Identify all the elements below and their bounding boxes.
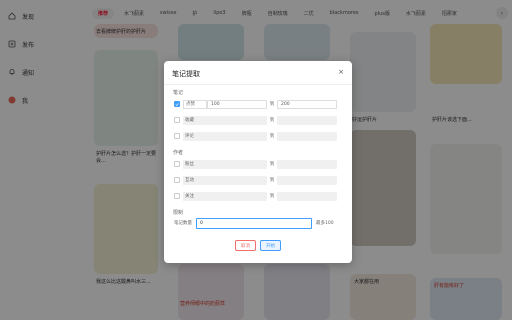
- following-checkbox[interactable]: [174, 193, 180, 199]
- close-icon[interactable]: ×: [337, 68, 345, 76]
- interactions-checkbox[interactable]: [174, 177, 180, 183]
- collects-label: 收藏: [183, 115, 207, 125]
- section-limit-label: 限制: [173, 210, 184, 216]
- interactions-label: 互动: [183, 175, 207, 185]
- filter-row-following: 关注 到: [174, 191, 342, 201]
- note-count-label: 笔记数量: [174, 221, 192, 226]
- note-extract-dialog: 笔记提取 × 笔记 点赞 100 到 200 收藏 到 评论 到 作者 粉丝 到…: [164, 61, 352, 263]
- likes-checkbox[interactable]: [174, 101, 180, 107]
- limit-row: 笔记数量 0 最多100: [174, 217, 344, 229]
- fans-from-input[interactable]: [207, 159, 267, 169]
- divider: [164, 84, 352, 85]
- collects-checkbox[interactable]: [174, 117, 180, 123]
- interactions-from-input[interactable]: [207, 175, 267, 185]
- range-to-label: 到: [269, 178, 275, 183]
- likes-from-input[interactable]: 100: [207, 99, 267, 109]
- range-to-label: 到: [269, 162, 275, 167]
- following-label: 关注: [183, 191, 207, 201]
- fans-to-input[interactable]: [277, 159, 337, 169]
- likes-label: 点赞: [183, 99, 207, 109]
- note-count-max: 最多100: [316, 221, 334, 226]
- range-to-label: 到: [269, 194, 275, 199]
- cancel-button[interactable]: 取消: [235, 240, 256, 251]
- filter-row-comments: 评论 到: [174, 131, 342, 141]
- section-author-label: 作者: [173, 150, 184, 156]
- comments-checkbox[interactable]: [174, 133, 180, 139]
- collects-to-input[interactable]: [277, 115, 337, 125]
- interactions-to-input[interactable]: [277, 175, 337, 185]
- filter-row-collects: 收藏 到: [174, 115, 342, 125]
- fans-label: 粉丝: [183, 159, 207, 169]
- range-to-label: 到: [269, 134, 275, 139]
- range-to-label: 到: [269, 118, 275, 123]
- section-note-label: 笔记: [173, 90, 184, 96]
- likes-to-input[interactable]: 200: [277, 99, 337, 109]
- filter-row-fans: 粉丝 到: [174, 159, 342, 169]
- filter-row-likes: 点赞 100 到 200: [174, 99, 342, 109]
- range-to-label: 到: [269, 102, 275, 107]
- following-from-input[interactable]: [207, 191, 267, 201]
- dialog-title: 笔记提取: [172, 70, 200, 78]
- comments-label: 评论: [183, 131, 207, 141]
- collects-from-input[interactable]: [207, 115, 267, 125]
- note-count-input[interactable]: 0: [196, 217, 312, 229]
- fans-checkbox[interactable]: [174, 161, 180, 167]
- filter-row-interactions: 互动 到: [174, 175, 342, 185]
- start-button[interactable]: 开始: [260, 240, 281, 251]
- comments-from-input[interactable]: [207, 131, 267, 141]
- following-to-input[interactable]: [277, 191, 337, 201]
- comments-to-input[interactable]: [277, 131, 337, 141]
